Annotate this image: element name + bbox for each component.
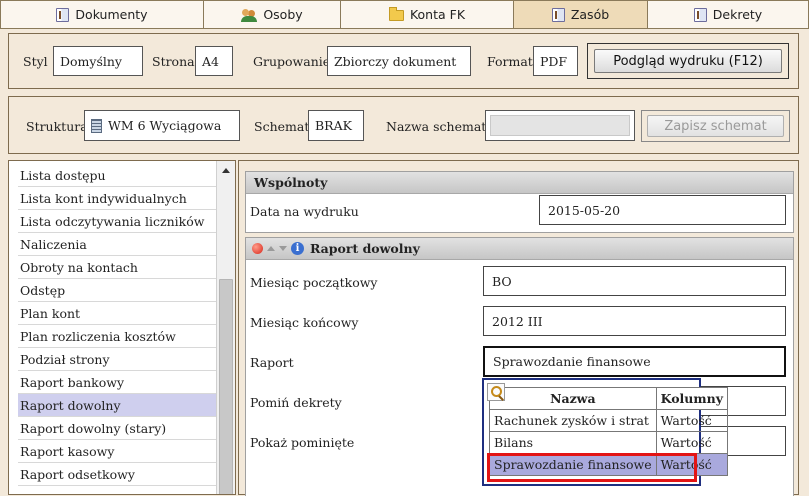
scheme-label: Schemat [254,119,310,134]
list-item[interactable]: Plan kont [18,302,217,325]
tab-label: Dekrety [712,7,763,22]
list-item[interactable]: Odstęp [18,279,217,302]
save-scheme-button[interactable]: Zapisz schemat [647,115,784,137]
highlight-frame [487,453,697,482]
print-date-field[interactable]: 2015-05-20 [539,195,786,225]
wspolnoty-group: Wspólnoty Data na wydruku 2015-05-20 [245,171,794,233]
main-tabs: Dokumenty Osoby Konta FK Zasób Dekrety [0,0,809,29]
document-icon [56,7,70,22]
print-date-label: Data na wydruku [250,204,359,219]
list-item[interactable]: Raport kasowy [18,440,217,463]
scrollbar-thumb[interactable] [219,279,233,494]
raport-header-title: Raport dowolny [310,241,420,256]
document-icon [693,7,707,22]
list-item[interactable]: Raport odsetkowy [18,463,217,486]
scheme-field[interactable]: BRAK [308,110,364,141]
people-icon [241,8,258,22]
report-select[interactable]: Sprawozdanie finansowe [483,346,786,377]
tab-dokumenty[interactable]: Dokumenty [0,0,203,29]
report-label: Raport [250,355,294,370]
column-header-columns: Kolumny [655,387,728,410]
search-icon[interactable] [487,383,505,401]
list-item[interactable]: Lista dostępu [18,164,217,187]
show-skipped-label: Pokaż pominięte [250,435,355,450]
page-field[interactable]: A4 [195,46,233,76]
tab-zasob[interactable]: Zasób [513,0,647,29]
end-month-field[interactable]: 2012 III [483,306,786,336]
wspolnoty-header: Wspólnoty [246,172,793,194]
format-label: Format [487,54,533,69]
scheme-name-input[interactable] [490,115,630,136]
structure-label: Struktura [26,119,88,134]
dropdown-row-name[interactable]: Rachunek zysków i strat [489,409,657,432]
list-item[interactable]: Lista kont indywidualnych [18,187,217,210]
list-item[interactable]: Naliczenia [18,233,217,256]
tab-dekrety[interactable]: Dekrety [647,0,809,29]
list-scrollbar[interactable] [216,161,235,494]
list-item[interactable]: Podział strony [18,348,217,371]
column-header-name: Nazwa [489,387,657,410]
start-month-field[interactable]: BO [483,266,786,296]
skip-entries-label: Pomiń dekrety [250,395,342,410]
list-item[interactable]: Lista odczytywania liczników [18,210,217,233]
structure-value: WM 6 Wyciągowa [108,118,222,133]
dropdown-row-columns[interactable]: Wartość [655,431,728,454]
scheme-name-field[interactable] [485,110,635,141]
tab-label: Dokumenty [75,7,148,22]
list-item[interactable]: Raport dowolny [18,394,217,417]
folder-icon [388,7,404,21]
scheme-name-label: Nazwa schematu [386,119,495,134]
end-month-label: Miesiąc końcowy [250,315,359,330]
page-label: Strona [152,54,195,69]
tab-konta-fk[interactable]: Konta FK [340,0,513,29]
tab-label: Osoby [263,7,303,22]
list-item[interactable]: Raport bankowy [18,371,217,394]
print-options-panel: Styl Domyślny Strona A4 Grupowanie Zbior… [8,33,799,89]
start-month-label: Miesiąc początkowy [250,275,378,290]
list-item[interactable]: Plan rozliczenia kosztów [18,325,217,348]
grouping-label: Grupowanie [253,54,331,69]
grouping-field[interactable]: Zbiorczy dokument [327,46,471,76]
raport-header: i Raport dowolny [246,238,793,260]
print-preview-button[interactable]: Podgląd wydruku (F12) [594,49,782,73]
list-item[interactable]: Raport dowolny (stary) [18,417,217,440]
dropdown-row[interactable]: Rachunek zysków i strat Wartość [489,409,728,432]
report-type-list: Lista dostępu Lista kont indywidualnych Li… [8,160,236,495]
structure-field[interactable]: WM 6 Wyciągowa [84,110,240,141]
dropdown-row[interactable]: Bilans Wartość [489,431,728,454]
style-label: Styl [23,54,48,69]
scroll-up-arrow-icon[interactable] [222,168,230,173]
move-up-icon[interactable] [267,246,275,251]
document-icon [551,7,565,22]
dropdown-row-columns[interactable]: Wartość [655,409,728,432]
list-item[interactable]: Obroty na kontach [18,256,217,279]
building-icon [91,118,102,133]
structure-panel: Struktura WM 6 Wyciągowa Schemat BRAK Na… [8,96,799,154]
tab-osoby[interactable]: Osoby [203,0,340,29]
info-icon[interactable]: i [291,242,304,255]
format-field[interactable]: PDF [533,46,578,76]
tab-label: Zasób [570,7,610,22]
style-field[interactable]: Domyślny [53,46,143,76]
delete-icon[interactable] [252,243,263,254]
dropdown-row-name[interactable]: Bilans [489,431,657,454]
move-down-icon[interactable] [279,246,287,251]
tab-label: Konta FK [409,7,466,22]
